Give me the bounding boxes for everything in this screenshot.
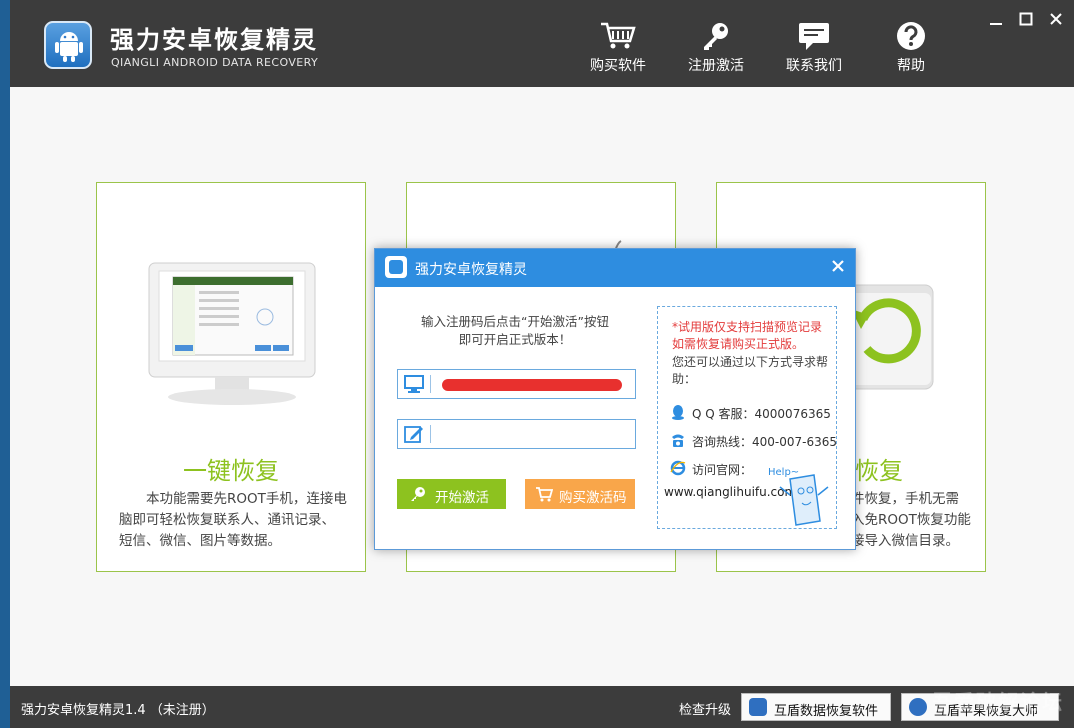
help-intro: 您还可以通过以下方式寻求帮助： bbox=[672, 355, 829, 386]
card-title: 一键恢复 bbox=[183, 457, 279, 485]
recovery-icon bbox=[909, 698, 927, 716]
minimize-icon bbox=[990, 23, 1002, 25]
key-icon bbox=[411, 487, 425, 501]
app-title: 强力安卓恢复精灵 bbox=[110, 26, 318, 54]
hudun-data-recovery-button[interactable]: 互盾数据恢复软件 bbox=[741, 693, 891, 721]
trial-notice: *试用版仅支持扫描预览记录如需恢复请购买正式版。 bbox=[672, 320, 823, 351]
button-label: 开始激活 bbox=[435, 490, 489, 506]
status-bar: 强力安卓恢复精灵1.4 （未注册） 检查升级 互盾数据恢复软件 互盾苹果恢复大师 bbox=[10, 686, 1074, 728]
cart-icon bbox=[601, 22, 636, 49]
check-update-link[interactable]: 检查升级 bbox=[679, 699, 731, 718]
registration-code-field[interactable] bbox=[397, 419, 636, 449]
card-desc-line: 件恢复，手机无需 bbox=[851, 491, 959, 507]
instruction-line: 输入注册码后点击“开始激活”按钮 bbox=[421, 314, 609, 329]
register-dialog: 强力安卓恢复精灵 输入注册码后点击“开始激活”按钮 即可开启正式版本！ 开始激活… bbox=[374, 248, 856, 550]
edit-icon bbox=[404, 426, 423, 443]
minimize-button[interactable] bbox=[986, 10, 1006, 28]
app-subtitle: QIANGLI ANDROID DATA RECOVERY bbox=[111, 56, 319, 69]
chat-icon bbox=[799, 23, 829, 50]
maximize-icon bbox=[1019, 12, 1033, 26]
close-button[interactable] bbox=[1046, 10, 1066, 28]
watermark: 吾爱破解论坛 bbox=[932, 690, 1064, 714]
nav-buy-software[interactable]: 购买软件 bbox=[578, 18, 658, 76]
mascot-text: Help~ bbox=[768, 467, 799, 478]
monitor-illustration bbox=[148, 262, 316, 405]
key-icon bbox=[704, 23, 728, 50]
nav-label: 注册激活 bbox=[688, 58, 744, 74]
nav-help[interactable]: 帮助 bbox=[871, 18, 951, 76]
help-box: *试用版仅支持扫描预览记录如需恢复请购买正式版。 您还可以通过以下方式寻求帮助：… bbox=[657, 306, 837, 529]
qq-icon bbox=[672, 405, 684, 420]
android-icon bbox=[55, 32, 83, 62]
title-bar: 强力安卓恢复精灵 QIANGLI ANDROID DATA RECOVERY 购… bbox=[10, 0, 1074, 87]
dialog-instruction: 输入注册码后点击“开始激活”按钮 即可开启正式版本！ bbox=[395, 313, 635, 349]
nav-label: 联系我们 bbox=[786, 58, 842, 74]
buy-activation-code-button[interactable]: 购买激活码 bbox=[525, 479, 635, 509]
card-description: 本功能需要先ROOT手机，连接电脑即可轻松恢复联系人、通讯记录、短信、微信、图片… bbox=[119, 491, 347, 549]
machine-code-field[interactable] bbox=[397, 369, 636, 399]
nav-contact[interactable]: 联系我们 bbox=[774, 18, 854, 76]
status-text: 强力安卓恢复精灵1.4 （未注册） bbox=[21, 703, 215, 718]
card-desc-line: 接导入微信目录。 bbox=[851, 533, 959, 549]
dialog-title-bar: 强力安卓恢复精灵 bbox=[375, 249, 855, 287]
computer-icon bbox=[404, 375, 424, 393]
phone-text: 咨询热线：400-007-6365 bbox=[692, 435, 838, 449]
shield-icon bbox=[749, 698, 767, 716]
card-one-click-recovery[interactable]: 一键恢复 本功能需要先ROOT手机，连接电脑即可轻松恢复联系人、通讯记录、短信、… bbox=[96, 182, 366, 572]
nav-label: 购买软件 bbox=[590, 58, 646, 74]
qq-text: Q Q 客服：4000076365 bbox=[692, 407, 831, 421]
start-activation-button[interactable]: 开始激活 bbox=[397, 479, 506, 509]
question-icon bbox=[897, 22, 925, 50]
app-logo bbox=[44, 21, 92, 69]
nav-label: 帮助 bbox=[897, 58, 925, 74]
button-label: 购买激活码 bbox=[559, 490, 627, 506]
help-mascot-icon: Help~ bbox=[768, 467, 829, 526]
website-label: 访问官网： bbox=[692, 463, 753, 477]
dialog-logo-icon bbox=[385, 256, 407, 278]
dialog-title: 强力安卓恢复精灵 bbox=[415, 262, 527, 278]
registration-code-input[interactable] bbox=[436, 423, 632, 445]
cart-icon bbox=[536, 487, 553, 502]
redacted-value bbox=[442, 379, 622, 391]
button-label: 互盾数据恢复软件 bbox=[774, 704, 879, 719]
close-icon bbox=[832, 260, 844, 272]
instruction-line: 即可开启正式版本！ bbox=[458, 332, 572, 347]
card-desc-line: 入免ROOT恢复功能 bbox=[851, 512, 971, 528]
phone-icon bbox=[672, 434, 684, 447]
card-title: 恢复 bbox=[855, 457, 903, 485]
nav-register[interactable]: 注册激活 bbox=[676, 18, 756, 76]
maximize-button[interactable] bbox=[1016, 10, 1036, 28]
close-icon bbox=[1050, 13, 1062, 25]
dialog-close-button[interactable] bbox=[829, 257, 847, 275]
ie-browser-icon bbox=[670, 460, 686, 476]
